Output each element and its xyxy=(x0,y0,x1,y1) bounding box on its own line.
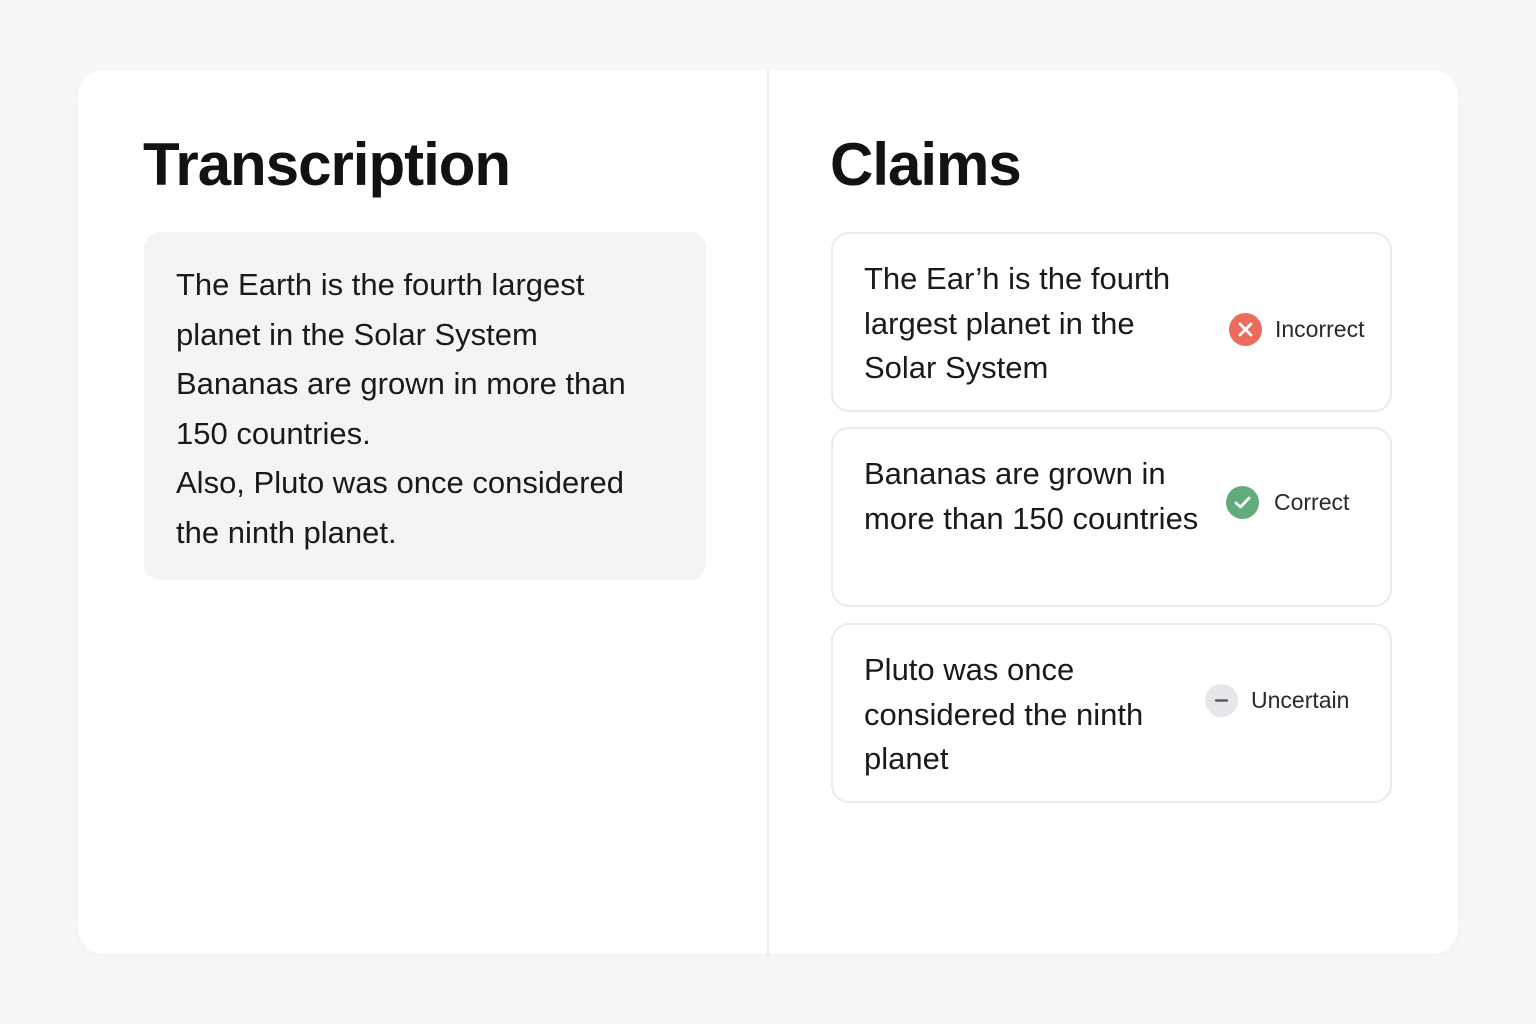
claim-card-1[interactable]: The Ear’h is the fourth largest planet i… xyxy=(831,232,1392,412)
claim-status-incorrect: Incorrect xyxy=(1229,313,1364,346)
transcription-line: 150 countries. xyxy=(176,415,371,451)
main-card: Transcription The Earth is the fourth la… xyxy=(78,70,1458,954)
transcription-line: The Earth is the fourth largest xyxy=(176,267,585,302)
transcription-line: planet in the Solar System xyxy=(176,316,538,352)
minus-circle-icon xyxy=(1205,684,1238,717)
status-label: Incorrect xyxy=(1275,316,1365,342)
claim-card-2[interactable]: Bananas are grown in more than 150 count… xyxy=(831,427,1392,607)
claim-text: The Ear’h is the fourth largest planet i… xyxy=(864,261,1171,385)
column-divider xyxy=(767,70,769,954)
claim-status-correct: Correct xyxy=(1226,486,1349,519)
transcription-line: Bananas are grown in more than xyxy=(176,366,626,401)
status-label: Uncertain xyxy=(1251,687,1350,713)
x-circle-icon xyxy=(1229,313,1262,346)
transcription-line: Also, Pluto was once considered xyxy=(176,465,625,500)
check-circle-icon xyxy=(1226,486,1259,519)
claim-card-3[interactable]: Pluto was once considered the ninth plan… xyxy=(831,623,1392,803)
claim-text: Pluto was once considered the ninth plan… xyxy=(864,652,1144,776)
claims-heading: Claims xyxy=(830,131,1022,198)
transcription-line: the ninth planet. xyxy=(176,514,397,550)
transcription-text-box: The Earth is the fourth largest planet i… xyxy=(144,232,706,580)
transcription-heading: Transcription xyxy=(143,131,511,198)
claim-text: Bananas are grown in more than 150 count… xyxy=(864,456,1199,536)
status-label: Correct xyxy=(1274,489,1350,515)
claim-status-uncertain: Uncertain xyxy=(1205,684,1349,717)
